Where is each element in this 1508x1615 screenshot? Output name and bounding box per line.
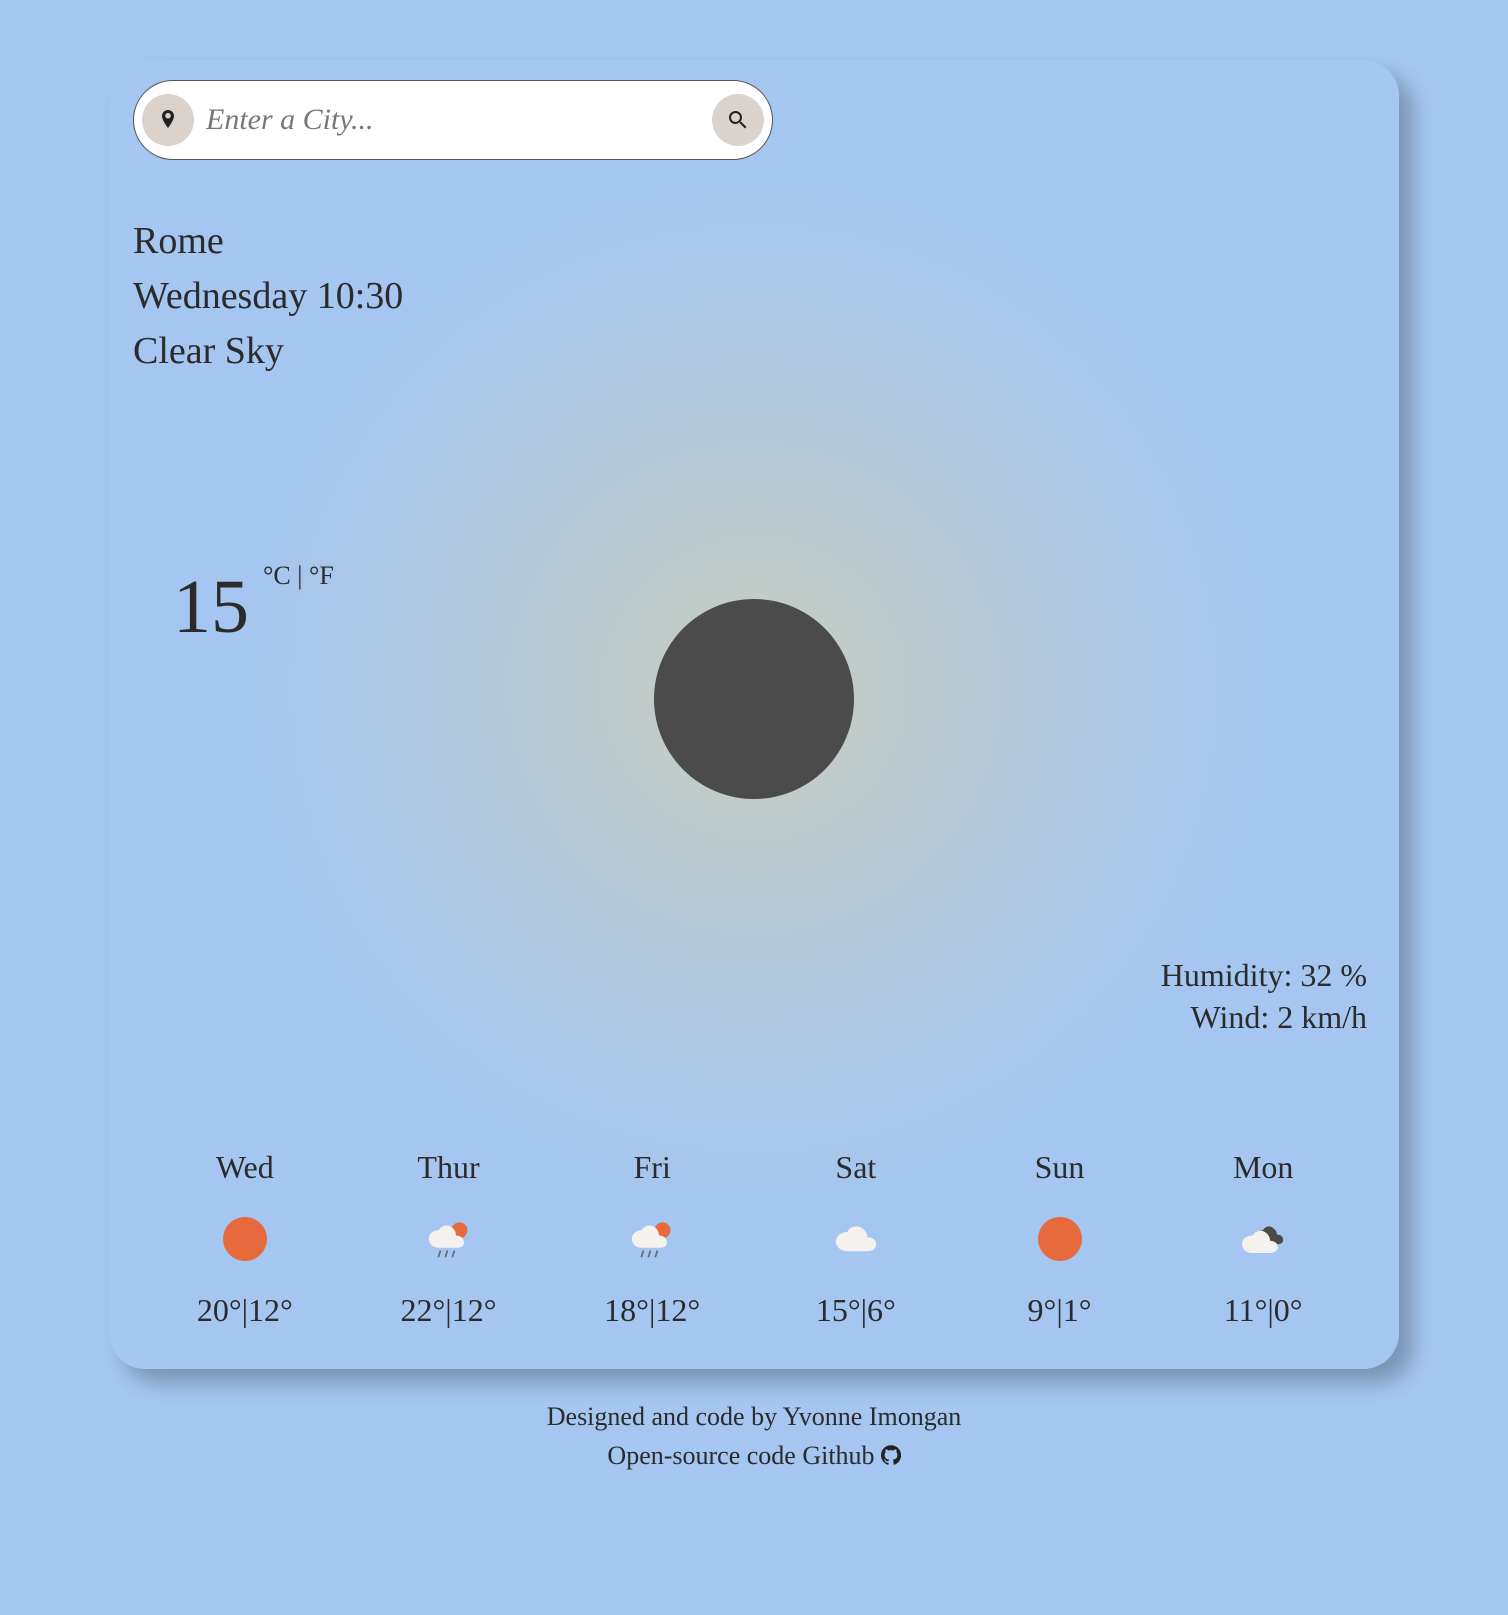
wind-label: Wind: 2 km/h bbox=[1161, 997, 1367, 1039]
sun-icon bbox=[958, 1212, 1162, 1266]
cloud-icon bbox=[754, 1212, 958, 1266]
location-pin-icon[interactable] bbox=[142, 94, 194, 146]
forecast-day-name: Mon bbox=[1161, 1149, 1365, 1186]
forecast-day: Wed 20°|12° bbox=[143, 1149, 347, 1329]
github-link-label: Open-source code Github bbox=[607, 1436, 874, 1475]
current-condition: Clear Sky bbox=[133, 325, 1375, 378]
forecast-day: Mon 11°|0° bbox=[1161, 1149, 1365, 1329]
cloud-dark-icon bbox=[1161, 1212, 1365, 1266]
forecast-range: 11°|0° bbox=[1161, 1292, 1365, 1329]
forecast-range: 20°|12° bbox=[143, 1292, 347, 1329]
forecast-day: Thur 22°|12° bbox=[347, 1149, 551, 1329]
forecast-day: Sat 15°|6° bbox=[754, 1149, 958, 1329]
forecast-range: 18°|12° bbox=[550, 1292, 754, 1329]
weather-card: Rome Wednesday 10:30 Clear Sky 15 °C | °… bbox=[109, 60, 1399, 1369]
github-link[interactable]: Open-source code Github bbox=[607, 1436, 900, 1475]
current-temperature: 15 °C | °F bbox=[173, 569, 334, 645]
forecast-day: Fri 18°|12° bbox=[550, 1149, 754, 1329]
temperature-value: 15 bbox=[173, 569, 249, 645]
forecast-day-name: Wed bbox=[143, 1149, 347, 1186]
forecast-day-name: Thur bbox=[347, 1149, 551, 1186]
unit-toggle[interactable]: °C | °F bbox=[263, 561, 334, 591]
city-search-input[interactable] bbox=[204, 102, 702, 138]
forecast-range: 22°|12° bbox=[347, 1292, 551, 1329]
current-header: Rome Wednesday 10:30 Clear Sky bbox=[133, 215, 1375, 379]
sun-icon bbox=[143, 1212, 347, 1266]
forecast-day-name: Sat bbox=[754, 1149, 958, 1186]
humidity-label: Humidity: 32 % bbox=[1161, 955, 1367, 997]
current-datetime: Wednesday 10:30 bbox=[133, 270, 1375, 323]
forecast-day-name: Sun bbox=[958, 1149, 1162, 1186]
rain-sun-icon bbox=[550, 1212, 754, 1266]
github-icon bbox=[881, 1445, 901, 1465]
forecast-row: Wed 20°|12° Thur bbox=[133, 1149, 1375, 1329]
city-search bbox=[133, 80, 773, 160]
extra-stats: Humidity: 32 % Wind: 2 km/h bbox=[1161, 955, 1367, 1038]
page-footer: Designed and code by Yvonne Imongan Open… bbox=[547, 1397, 962, 1475]
forecast-range: 9°|1° bbox=[958, 1292, 1162, 1329]
weather-hero-icon bbox=[654, 599, 854, 799]
forecast-range: 15°|6° bbox=[754, 1292, 958, 1329]
credit-line: Designed and code by Yvonne Imongan bbox=[547, 1397, 962, 1436]
rain-sun-icon bbox=[347, 1212, 551, 1266]
forecast-day-name: Fri bbox=[550, 1149, 754, 1186]
city-name: Rome bbox=[133, 215, 1375, 268]
search-icon[interactable] bbox=[712, 94, 764, 146]
forecast-day: Sun 9°|1° bbox=[958, 1149, 1162, 1329]
